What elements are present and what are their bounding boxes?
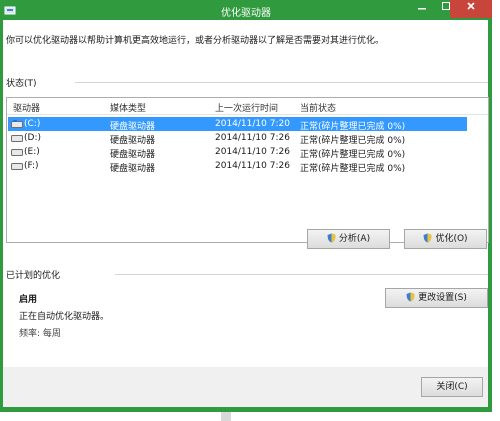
media-type: 硬盘驱动器 [110, 164, 156, 174]
last-run-time: 2014/11/10 7:26 [215, 161, 290, 171]
shield-icon [406, 292, 415, 302]
minimize-icon [418, 8, 426, 10]
hard-drive-icon [11, 149, 23, 156]
analyze-label: 分析(A) [338, 234, 371, 244]
column-header-media-type[interactable]: 媒体类型 [110, 101, 146, 114]
change-settings-button[interactable]: 更改设置(S) [385, 288, 488, 308]
dialog-footer: 关闭(C) [3, 367, 488, 407]
close-button[interactable]: 关闭(C) [421, 377, 483, 397]
scheduled-divider [115, 274, 488, 275]
last-run-time: 2014/11/10 7:20 [215, 119, 290, 129]
schedule-state: 启用 [19, 295, 38, 305]
shield-icon [327, 233, 336, 243]
title-bar[interactable]: 优化驱动器 [0, 0, 492, 20]
schedule-frequency: 频率: 每周 [19, 329, 61, 339]
column-header-drive[interactable]: 驱动器 [13, 101, 40, 114]
hard-drive-icon [11, 163, 23, 170]
last-run-time: 2014/11/10 7:26 [215, 147, 290, 157]
header-divider [7, 114, 488, 115]
description-text: 你可以优化驱动器以帮助计算机更高效地运行，或者分析驱动器以了解是否需要对其进行优… [6, 36, 385, 46]
analyze-button[interactable]: 分析(A) [307, 229, 390, 249]
column-header-current-status[interactable]: 当前状态 [300, 101, 336, 114]
optimize-drives-window: 优化驱动器 你可以优化驱动器以帮助计算机更高效地运行，或者分析驱动器以了解是否需… [0, 0, 492, 412]
change-settings-label: 更改设置(S) [418, 293, 467, 303]
shield-icon [423, 233, 432, 243]
column-header-last-run[interactable]: 上一次运行时间 [215, 101, 278, 114]
last-run-time: 2014/11/10 7:26 [215, 133, 290, 143]
optimize-button[interactable]: 优化(O) [404, 229, 487, 249]
drive-name: (D:) [24, 133, 41, 143]
background-scrollbar-fragment [221, 412, 231, 421]
table-row-c[interactable]: (C:) 硬盘驱动器 2014/11/10 7:20 正常(碎片整理已完成 0%… [8, 117, 467, 132]
drive-name: (F:) [24, 161, 39, 171]
hard-drive-icon [11, 135, 23, 142]
table-row-d[interactable]: (D:) 硬盘驱动器 2014/11/10 7:26 正常(碎片整理已完成 0%… [8, 131, 467, 146]
minimize-button[interactable] [410, 0, 434, 18]
optimize-label: 优化(O) [435, 234, 468, 244]
close-label: 关闭(C) [436, 382, 468, 392]
schedule-description: 正在自动优化驱动器。 [19, 312, 110, 322]
table-row-e[interactable]: (E:) 硬盘驱动器 2014/11/10 7:26 正常(碎片整理已完成 0%… [8, 145, 467, 160]
drive-name: (C:) [24, 119, 41, 129]
drive-name: (E:) [24, 147, 40, 157]
main-content: 你可以优化驱动器以帮助计算机更高效地运行，或者分析驱动器以了解是否需要对其进行优… [3, 20, 489, 367]
hard-drive-icon [11, 120, 23, 128]
close-icon [467, 2, 475, 10]
status-divider [75, 82, 488, 83]
scheduled-section-label: 已计划的优化 [6, 271, 61, 281]
close-window-button[interactable] [450, 0, 492, 18]
drives-table[interactable]: 驱动器 媒体类型 上一次运行时间 当前状态 (C:) 硬盘驱动器 2014/11… [6, 97, 489, 243]
status-section-label: 状态(T) [6, 79, 37, 89]
table-row-f[interactable]: (F:) 硬盘驱动器 2014/11/10 7:26 正常(碎片整理已完成 0%… [8, 159, 467, 174]
current-status: 正常(碎片整理已完成 0%) [300, 164, 406, 174]
